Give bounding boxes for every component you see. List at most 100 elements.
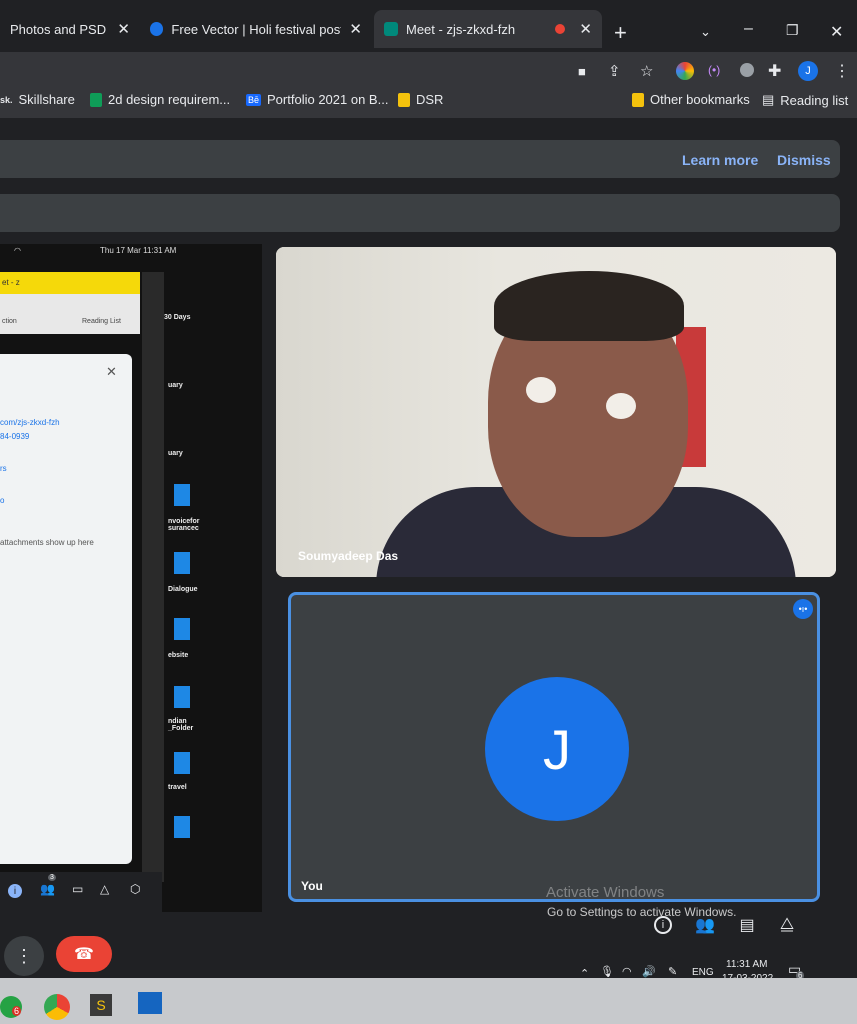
info-icon[interactable]: i — [654, 916, 672, 934]
participant-name: You — [301, 879, 323, 893]
pen-icon[interactable]: ✎ — [668, 965, 677, 978]
people-icon[interactable]: 👥 — [694, 914, 716, 936]
inner-tab-title: et - z — [2, 278, 20, 287]
chevron-down-icon[interactable]: ⌄ — [700, 24, 711, 40]
clock-time[interactable]: 11:31 AM — [726, 959, 768, 970]
panel-text: com/zjs-zkxd-fzh — [0, 418, 60, 427]
wifi-icon: ◠ — [14, 246, 21, 255]
tab-photos[interactable]: Photos and PSD fil ✕ — [0, 10, 140, 48]
reading-list-label: Reading list — [780, 92, 849, 108]
more-options-button[interactable]: ⋮ — [4, 936, 44, 976]
close-icon[interactable]: ✕ — [579, 20, 592, 38]
tab-meet[interactable]: Meet - zjs-zkxd-fzh ✕ — [374, 10, 602, 48]
mic-icon[interactable]: 🎙 — [600, 965, 614, 978]
crown-icon — [150, 22, 164, 36]
bookmark-skillshare[interactable]: sk. Skillshare — [0, 92, 75, 107]
inner-meeting-details-panel: ✕ com/zjs-zkxd-fzh 84-0939 rs o attachme… — [0, 354, 132, 864]
end-call-button[interactable]: ☎ — [56, 936, 112, 972]
inner-sidebar — [142, 272, 164, 882]
sheets-icon — [90, 92, 102, 107]
avatar: J — [485, 677, 629, 821]
bookmark-label: DSR — [416, 92, 444, 107]
inner-reading-list: Reading List — [82, 318, 121, 325]
learn-more-link[interactable]: Learn more — [682, 152, 758, 168]
new-tab-button[interactable]: + — [614, 20, 627, 46]
folder-icon — [632, 92, 644, 107]
desktop-item: Dialogue — [168, 586, 198, 593]
extension-color-icon[interactable] — [676, 62, 694, 80]
desktop-item: 30 Days — [164, 314, 191, 321]
skillshare-icon: sk. — [0, 94, 13, 105]
participants-badge: 3 — [48, 874, 56, 881]
bookmark-dsr[interactable]: DSR — [398, 92, 443, 107]
activities-icon: △ — [100, 882, 110, 896]
close-icon[interactable]: ✕ — [349, 20, 362, 38]
bookmarks-bar: sk. Skillshare 2d design requirem... Bē … — [0, 84, 857, 118]
taskbar: 6 S — [0, 978, 857, 1024]
bookmark-2d-design[interactable]: 2d design requirem... — [90, 92, 230, 107]
chat-icon: ▭ — [72, 882, 84, 896]
camera-icon[interactable]: ■ — [578, 64, 586, 79]
star-icon[interactable]: ☆ — [640, 62, 653, 80]
profile-avatar[interactable]: J — [798, 61, 818, 81]
recording-icon — [555, 24, 566, 34]
bookmark-label: Skillshare — [18, 92, 75, 107]
participant-tile-you[interactable]: •ı• J You — [288, 592, 820, 902]
behance-icon: Bē — [246, 93, 262, 106]
desktop-item: nvoicefor surancec — [168, 518, 200, 532]
shared-clock: Thu 17 Mar 11:31 AM — [100, 246, 177, 255]
extension-globe-icon[interactable] — [740, 63, 754, 77]
language-indicator[interactable]: ENG — [692, 967, 714, 978]
folder-icon — [174, 686, 190, 708]
chrome-icon[interactable] — [44, 994, 70, 1020]
volume-icon[interactable]: 🔊 — [642, 965, 656, 978]
info-banner: Learn more Dismiss — [0, 140, 840, 178]
close-window-icon[interactable]: ✕ — [830, 22, 843, 42]
extension-cast-icon[interactable]: (•) — [708, 63, 720, 77]
desktop-item: ebsite — [168, 652, 189, 659]
panel-text: attachments show up here — [0, 538, 94, 547]
desktop-item: ndian _Folder — [168, 718, 194, 732]
photos-icon[interactable] — [138, 992, 162, 1014]
inner-toolbar: ction Reading List — [0, 294, 140, 334]
participant-tile-soumyadeep[interactable]: Soumyadeep Das — [276, 247, 836, 577]
restore-icon[interactable]: ❐ — [786, 22, 799, 39]
desktop-item: travel — [168, 784, 187, 791]
share-icon[interactable]: ⇪ — [608, 62, 621, 80]
tab-title: Photos and PSD fil — [10, 21, 110, 37]
dismiss-button[interactable]: Dismiss — [777, 152, 831, 168]
bookmark-portfolio[interactable]: Bē Portfolio 2021 on B... — [246, 92, 388, 107]
chat-icon[interactable]: ▤ — [736, 914, 758, 936]
reading-list[interactable]: ▤ Reading list — [762, 92, 848, 108]
inner-bookmark: ction — [2, 318, 17, 325]
reading-list-icon: ▤ — [762, 92, 775, 107]
folder-icon — [174, 552, 190, 574]
shield-icon: ⬡ — [130, 882, 141, 896]
secondary-banner — [0, 194, 840, 232]
meet-icon — [384, 22, 398, 36]
other-bookmarks[interactable]: Other bookmarks — [632, 92, 750, 107]
tab-free-vector[interactable]: Free Vector | Holi festival poster ✕ — [140, 10, 372, 48]
participant-name: Soumyadeep Das — [298, 549, 399, 563]
people-icon: 👥 — [40, 882, 55, 896]
person-eye — [526, 377, 556, 403]
tab-title: Free Vector | Holi festival poster — [171, 21, 342, 37]
menu-icon[interactable]: ⋮ — [834, 61, 850, 81]
panel-text: 84-0939 — [0, 432, 30, 441]
shared-status-bar: ◠ Thu 17 Mar 11:31 AM — [0, 244, 262, 258]
puzzle-icon[interactable]: ✚ — [768, 61, 781, 81]
activate-windows-title: Activate Windows — [546, 884, 665, 901]
folder-icon — [174, 816, 190, 838]
shared-screen-tile: ◠ Thu 17 Mar 11:31 AM et - z ction Readi… — [0, 244, 262, 912]
wifi-icon[interactable]: ◠ — [622, 965, 632, 978]
minimize-icon[interactable]: – — [744, 20, 753, 38]
bookmark-label: 2d design requirem... — [108, 92, 231, 107]
close-icon: ✕ — [106, 364, 117, 379]
close-icon[interactable]: ✕ — [117, 20, 130, 38]
inner-meet-controls: i 👥 3 ▭ △ ⬡ — [0, 872, 162, 912]
audio-level-icon: •ı• — [793, 599, 813, 619]
panel-text: rs — [0, 464, 7, 473]
sublime-icon[interactable]: S — [90, 994, 112, 1016]
activities-icon[interactable]: ⧋ — [776, 914, 798, 936]
other-bookmarks-label: Other bookmarks — [650, 92, 750, 107]
